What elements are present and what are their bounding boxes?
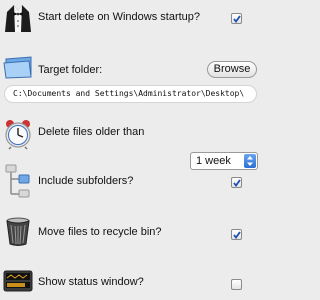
check-icon bbox=[233, 231, 241, 239]
trash-bin-icon bbox=[6, 217, 30, 246]
status-window-checkbox[interactable] bbox=[231, 279, 242, 290]
recycle-checkbox[interactable] bbox=[231, 229, 242, 240]
folder-tree-icon bbox=[5, 164, 30, 198]
check-icon bbox=[233, 179, 241, 187]
recycle-row: Move files to recycle bin? bbox=[0, 214, 262, 248]
startup-row: Start delete on Windows startup? bbox=[0, 0, 262, 34]
subfolders-checkbox[interactable] bbox=[231, 177, 242, 188]
status-window-label: Show status window? bbox=[38, 276, 144, 288]
tuxedo-icon bbox=[5, 5, 31, 32]
startup-checkbox[interactable] bbox=[231, 13, 242, 24]
clock-icon bbox=[5, 120, 31, 150]
status-display-icon bbox=[3, 270, 33, 292]
recycle-label: Move files to recycle bin? bbox=[38, 226, 162, 238]
check-icon bbox=[233, 15, 241, 23]
startup-label: Start delete on Windows startup? bbox=[38, 11, 201, 23]
browse-button[interactable]: Browse bbox=[207, 61, 257, 78]
age-row: Delete files older than bbox=[0, 118, 262, 152]
target-folder-label: Target folder: bbox=[38, 64, 103, 76]
age-label: Delete files older than bbox=[38, 126, 145, 138]
folder-icon bbox=[3, 56, 32, 79]
subfolders-label: Include subfolders? bbox=[38, 175, 134, 187]
subfolders-row: Include subfolders? bbox=[0, 164, 262, 198]
status-window-row: Show status window? bbox=[0, 266, 262, 296]
target-folder-path-field[interactable]: C:\Documents and Settings\Administrator\… bbox=[4, 85, 257, 103]
